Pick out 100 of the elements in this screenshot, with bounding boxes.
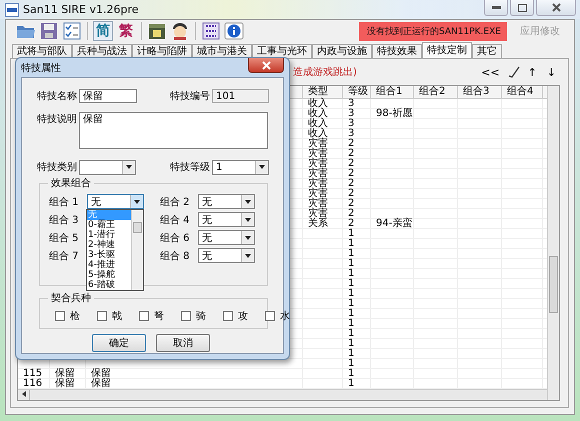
dropdown-option[interactable]: 6-踏破: [87, 280, 131, 290]
table-cell: 保留: [50, 379, 86, 388]
grade-dropdown[interactable]: 1: [212, 160, 269, 174]
field-label: 特技说明: [37, 112, 78, 126]
table-cell: 灾害: [303, 159, 343, 168]
unit-checkbox[interactable]: 弩: [139, 309, 164, 323]
table-cell: 1: [343, 329, 371, 338]
status-message: 没有找到正运行的SAN11PK.EXE: [359, 22, 507, 40]
language-button[interactable]: 简: [93, 21, 113, 41]
field-label: 特技类别: [37, 160, 78, 174]
warning-text: 造成游戏跳出): [293, 66, 357, 79]
dropdown-option[interactable]: 3-长驱: [87, 250, 131, 260]
table-cell: 保留: [50, 369, 86, 378]
field-label: 特技等级: [170, 160, 211, 174]
table-cell: 1: [343, 279, 371, 288]
tab[interactable]: 工事与光环: [252, 44, 312, 58]
up-button[interactable]: ↑: [526, 66, 539, 78]
field-label: 组合 1: [49, 196, 80, 208]
field-label: 组合 7: [49, 250, 80, 262]
table-cell: 1: [343, 299, 371, 308]
field-label: 组合 8: [160, 250, 191, 262]
column-header[interactable]: 组合4: [502, 86, 543, 98]
table-cell: 3: [343, 99, 371, 108]
table-cell: 灾害: [303, 179, 343, 188]
table-cell: 灾害: [303, 139, 343, 148]
column-header[interactable]: 等级: [343, 86, 371, 98]
table-cell: 2: [343, 209, 371, 218]
tab[interactable]: 城市与港关: [192, 44, 252, 58]
table-cell: 2: [343, 159, 371, 168]
table-cell: 2: [343, 199, 371, 208]
table-cell: 3: [343, 109, 371, 118]
combo-dropdown[interactable]: 无: [198, 248, 255, 263]
combo-dropdown[interactable]: 无: [198, 212, 255, 227]
ok-button[interactable]: 确定: [92, 334, 146, 352]
field-label: 特技编号: [170, 90, 211, 103]
window-title: San11 SIRE v1.26pre: [23, 3, 139, 16]
combo-dropdown[interactable]: 无: [198, 194, 255, 209]
table-cell: 116: [18, 379, 50, 388]
table-cell: 3: [343, 129, 371, 138]
column-header[interactable]: 组合3: [458, 86, 502, 98]
table-cell: 收入: [303, 109, 343, 118]
tab[interactable]: 特技效果: [372, 44, 422, 58]
dropdown-option[interactable]: 0-霸王: [87, 220, 131, 230]
down-button[interactable]: ↓: [544, 66, 558, 78]
table-cell: 2: [343, 149, 371, 158]
field-label: 组合 6: [160, 232, 191, 244]
tab[interactable]: 其它: [472, 44, 502, 58]
table-cell: 1: [343, 309, 371, 318]
table-cell: 1: [343, 289, 371, 298]
table-cell: 2: [343, 219, 371, 228]
table-cell: 灾害: [303, 169, 343, 178]
first-button[interactable]: <<: [479, 66, 502, 78]
table-cell: 2: [343, 189, 371, 198]
table-cell: 收入: [303, 129, 343, 138]
tab[interactable]: 特技定制: [422, 42, 472, 58]
tab[interactable]: 兵种与战法: [72, 44, 132, 58]
table-cell: 2: [343, 169, 371, 178]
field-label: 特技名称: [37, 90, 78, 103]
table-cell: 灾害: [303, 149, 343, 158]
table-cell: 1: [343, 259, 371, 268]
table-cell: 保留: [86, 379, 303, 388]
unit-checkbox[interactable]: 骑: [181, 309, 206, 323]
dialog-title: 特技属性: [21, 62, 61, 74]
group-title: 效果组合: [48, 178, 94, 189]
description-field[interactable]: 保留: [79, 112, 268, 149]
table-cell: 灾害: [303, 189, 343, 198]
unit-checkbox[interactable]: 攻: [223, 309, 248, 323]
column-header[interactable]: 组合1: [371, 86, 414, 98]
table-cell: 灾害: [303, 209, 343, 218]
dropdown-option[interactable]: 5-操舵: [87, 270, 131, 280]
table-cell: 灾害: [303, 199, 343, 208]
table-cell: 115: [18, 369, 50, 378]
column-header[interactable]: 组合2: [414, 86, 458, 98]
table-cell: 3: [343, 119, 371, 128]
unit-checkbox[interactable]: 戟: [97, 309, 122, 323]
tab[interactable]: 计略与陷阱: [132, 44, 192, 58]
table-cell: 1: [343, 349, 371, 358]
combo-dropdown[interactable]: 无: [87, 194, 144, 209]
table-cell: 1: [343, 379, 371, 388]
unit-checkbox[interactable]: 枪: [55, 309, 80, 323]
column-header[interactable]: 类型: [303, 86, 343, 98]
name-field[interactable]: 保留: [79, 89, 137, 103]
tab[interactable]: 内政与设施: [312, 44, 372, 58]
table-cell: 收入: [303, 99, 343, 108]
cancel-button[interactable]: 取消: [156, 334, 210, 352]
dropdown-option[interactable]: 2-神速: [87, 240, 131, 250]
unit-checkbox[interactable]: 水: [265, 309, 290, 323]
field-label: 组合 3: [49, 214, 80, 226]
table-cell: 1: [343, 239, 371, 248]
field-label: 组合 5: [49, 232, 80, 244]
field-label: 组合 4: [160, 214, 191, 226]
language-button[interactable]: 繁: [116, 21, 136, 41]
dropdown-option[interactable]: 4-推进: [87, 260, 131, 270]
tab[interactable]: 武将与部队: [12, 44, 72, 58]
combo-dropdown[interactable]: 无: [198, 230, 255, 245]
table-cell: 1: [343, 269, 371, 278]
table-cell: 收入: [303, 119, 343, 128]
table-cell: 1: [343, 319, 371, 328]
table-cell: 94-亲蛮: [371, 219, 414, 228]
dropdown-option[interactable]: 1-潜行: [87, 230, 131, 240]
